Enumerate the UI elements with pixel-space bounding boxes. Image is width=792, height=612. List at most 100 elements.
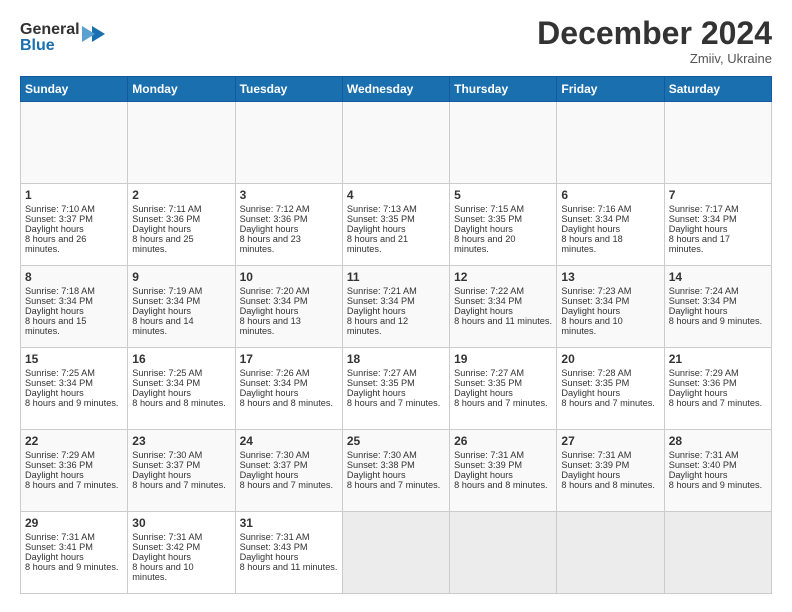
calendar-day-cell	[664, 102, 771, 184]
daylight-value: 8 hours and 7 minutes.	[347, 480, 440, 490]
sunset-text: Sunset: 3:35 PM	[454, 214, 522, 224]
calendar-day-cell: 29Sunrise: 7:31 AMSunset: 3:41 PMDayligh…	[21, 512, 128, 594]
daylight-value: 8 hours and 15 minutes.	[25, 316, 86, 336]
sunrise-text: Sunrise: 7:25 AM	[25, 368, 95, 378]
day-number: 2	[132, 188, 230, 202]
calendar-day-cell	[235, 102, 342, 184]
day-of-week-header: Monday	[128, 77, 235, 102]
sunrise-text: Sunrise: 7:19 AM	[132, 286, 202, 296]
daylight-text: Daylight hours	[240, 552, 299, 562]
sunset-text: Sunset: 3:39 PM	[454, 460, 522, 470]
day-number: 17	[240, 352, 338, 366]
sunset-text: Sunset: 3:34 PM	[240, 296, 308, 306]
sunrise-text: Sunrise: 7:15 AM	[454, 204, 524, 214]
calendar-day-cell: 14Sunrise: 7:24 AMSunset: 3:34 PMDayligh…	[664, 266, 771, 348]
svg-text:General: General	[20, 21, 80, 38]
calendar-table: SundayMondayTuesdayWednesdayThursdayFrid…	[20, 76, 772, 594]
daylight-text: Daylight hours	[240, 388, 299, 398]
day-number: 5	[454, 188, 552, 202]
header: General Blue December 2024 Zmiiv, Ukrain…	[20, 16, 772, 66]
day-number: 26	[454, 434, 552, 448]
calendar-header-row: SundayMondayTuesdayWednesdayThursdayFrid…	[21, 77, 772, 102]
sunrise-text: Sunrise: 7:29 AM	[669, 368, 739, 378]
calendar-day-cell: 7Sunrise: 7:17 AMSunset: 3:34 PMDaylight…	[664, 184, 771, 266]
logo-text: General Blue	[20, 16, 110, 63]
sunrise-text: Sunrise: 7:31 AM	[132, 532, 202, 542]
daylight-value: 8 hours and 8 minutes.	[561, 480, 654, 490]
calendar-day-cell: 22Sunrise: 7:29 AMSunset: 3:36 PMDayligh…	[21, 430, 128, 512]
sunrise-text: Sunrise: 7:31 AM	[669, 450, 739, 460]
daylight-text: Daylight hours	[132, 224, 191, 234]
daylight-value: 8 hours and 12 minutes.	[347, 316, 408, 336]
sunrise-text: Sunrise: 7:22 AM	[454, 286, 524, 296]
calendar-day-cell: 2Sunrise: 7:11 AMSunset: 3:36 PMDaylight…	[128, 184, 235, 266]
month-title: December 2024	[537, 16, 772, 51]
daylight-text: Daylight hours	[25, 224, 84, 234]
sunrise-text: Sunrise: 7:25 AM	[132, 368, 202, 378]
daylight-value: 8 hours and 18 minutes.	[561, 234, 622, 254]
daylight-value: 8 hours and 8 minutes.	[132, 398, 225, 408]
calendar-day-cell: 30Sunrise: 7:31 AMSunset: 3:42 PMDayligh…	[128, 512, 235, 594]
daylight-text: Daylight hours	[561, 224, 620, 234]
daylight-value: 8 hours and 21 minutes.	[347, 234, 408, 254]
daylight-text: Daylight hours	[240, 470, 299, 480]
sunset-text: Sunset: 3:34 PM	[669, 214, 737, 224]
day-of-week-header: Thursday	[450, 77, 557, 102]
calendar-day-cell: 24 Sunrise: 7:30 AMSunset: 3:37 PMDayligh…	[235, 430, 342, 512]
daylight-value: 8 hours and 9 minutes.	[25, 398, 118, 408]
day-number: 19	[454, 352, 552, 366]
sunrise-text: Sunrise: 7:20 AM	[240, 286, 310, 296]
calendar-day-cell	[342, 102, 449, 184]
day-number: 6	[561, 188, 659, 202]
daylight-value: 8 hours and 7 minutes.	[25, 480, 118, 490]
day-number: 27	[561, 434, 659, 448]
sunrise-text: Sunrise: 7:30 AM	[240, 450, 310, 460]
day-number: 3	[240, 188, 338, 202]
daylight-text: Daylight hours	[561, 470, 620, 480]
sunset-text: Sunset: 3:34 PM	[25, 296, 93, 306]
daylight-value: 8 hours and 8 minutes.	[240, 398, 333, 408]
calendar-day-cell	[342, 512, 449, 594]
daylight-value: 8 hours and 9 minutes.	[25, 562, 118, 572]
calendar-day-cell: 15Sunrise: 7:25 AMSunset: 3:34 PMDayligh…	[21, 348, 128, 430]
day-number: 23	[132, 434, 230, 448]
day-number: 16	[132, 352, 230, 366]
sunrise-text: Sunrise: 7:27 AM	[347, 368, 417, 378]
sunrise-text: Sunrise: 7:23 AM	[561, 286, 631, 296]
daylight-value: 8 hours and 9 minutes.	[669, 480, 762, 490]
daylight-text: Daylight hours	[669, 306, 728, 316]
sunrise-text: Sunrise: 7:31 AM	[561, 450, 631, 460]
sunset-text: Sunset: 3:37 PM	[240, 460, 308, 470]
sunrise-text: Sunrise: 7:11 AM	[132, 204, 201, 214]
day-number: 29	[25, 516, 123, 530]
day-number: 14	[669, 270, 767, 284]
daylight-text: Daylight hours	[454, 470, 513, 480]
day-of-week-header: Sunday	[21, 77, 128, 102]
day-number: 24	[240, 434, 338, 448]
day-number: 31	[240, 516, 338, 530]
daylight-value: 8 hours and 7 minutes.	[240, 480, 333, 490]
daylight-text: Daylight hours	[454, 306, 513, 316]
sunrise-text: Sunrise: 7:27 AM	[454, 368, 524, 378]
sunset-text: Sunset: 3:43 PM	[240, 542, 308, 552]
day-number: 10	[240, 270, 338, 284]
daylight-text: Daylight hours	[347, 388, 406, 398]
daylight-value: 8 hours and 11 minutes.	[454, 316, 552, 326]
sunrise-text: Sunrise: 7:31 AM	[25, 532, 95, 542]
daylight-value: 8 hours and 13 minutes.	[240, 316, 301, 336]
calendar-day-cell: 26Sunrise: 7:31 AMSunset: 3:39 PMDayligh…	[450, 430, 557, 512]
daylight-value: 8 hours and 10 minutes.	[132, 562, 193, 582]
calendar-week-row: 29Sunrise: 7:31 AMSunset: 3:41 PMDayligh…	[21, 512, 772, 594]
sunset-text: Sunset: 3:34 PM	[25, 378, 93, 388]
daylight-text: Daylight hours	[347, 306, 406, 316]
calendar-day-cell	[557, 512, 664, 594]
daylight-text: Daylight hours	[132, 306, 191, 316]
daylight-text: Daylight hours	[347, 470, 406, 480]
daylight-text: Daylight hours	[669, 388, 728, 398]
sunrise-text: Sunrise: 7:18 AM	[25, 286, 95, 296]
calendar-day-cell	[557, 102, 664, 184]
sunrise-text: Sunrise: 7:26 AM	[240, 368, 310, 378]
daylight-text: Daylight hours	[25, 306, 84, 316]
day-number: 1	[25, 188, 123, 202]
sunset-text: Sunset: 3:37 PM	[25, 214, 93, 224]
